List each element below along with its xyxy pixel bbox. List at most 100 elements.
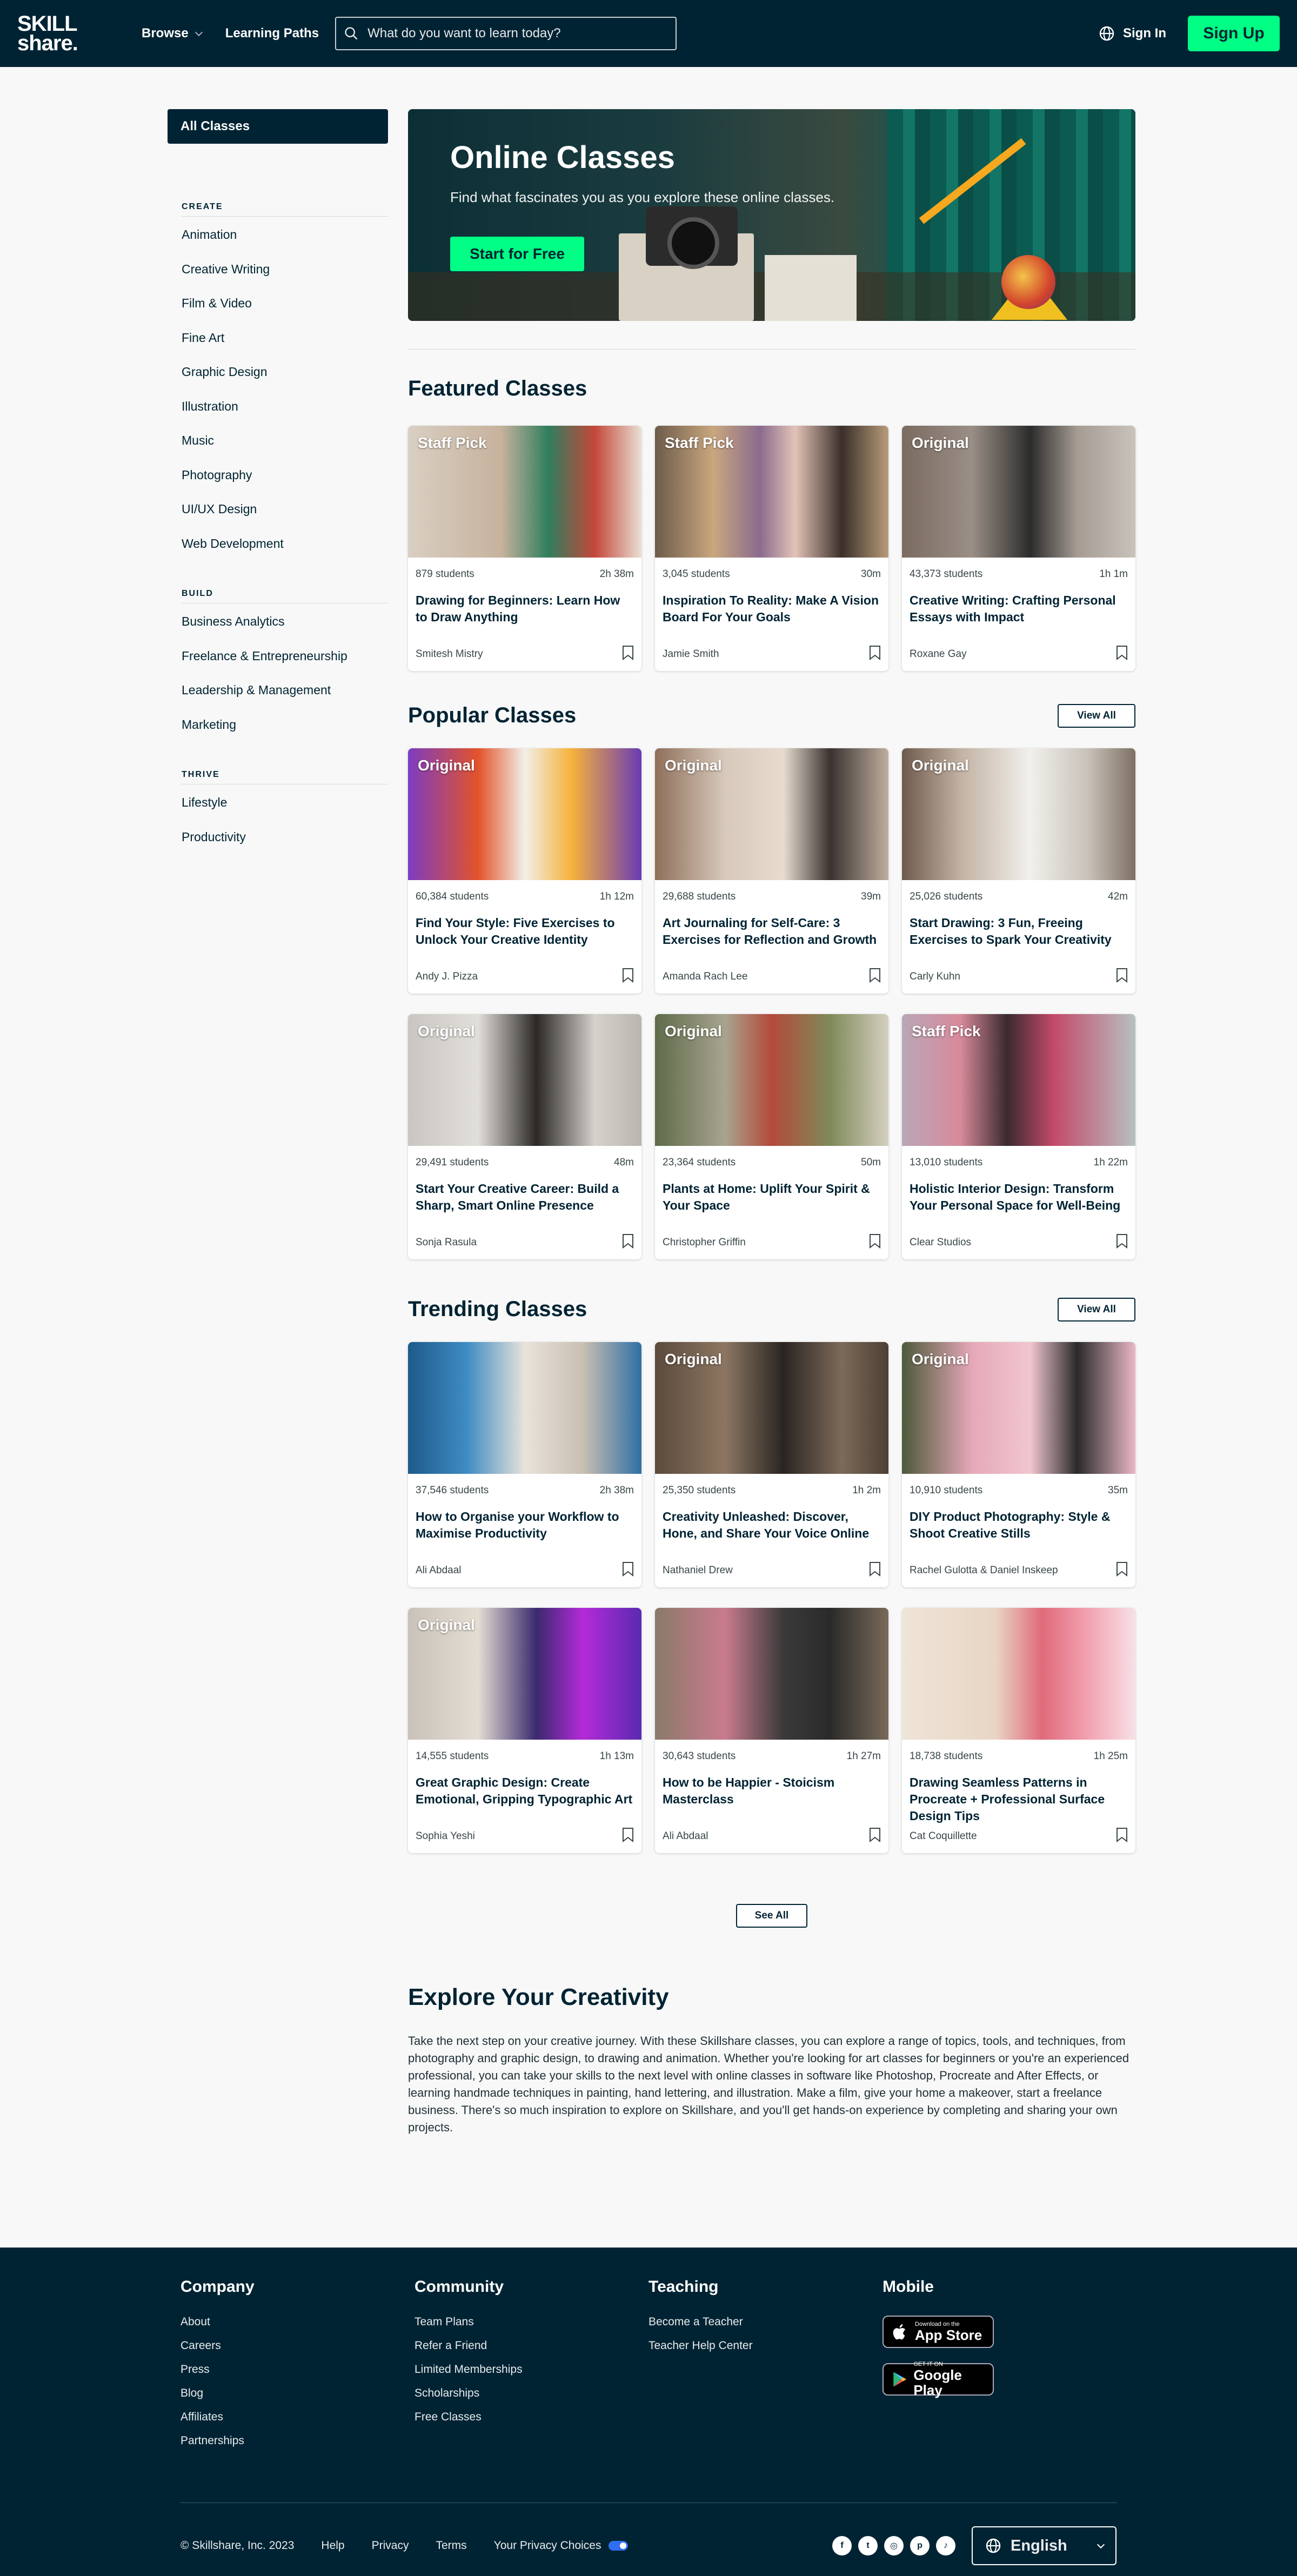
bookmark-icon[interactable] <box>869 1233 881 1249</box>
start-for-free-button[interactable]: Start for Free <box>450 237 584 271</box>
bookmark-icon[interactable] <box>1116 968 1128 983</box>
teacher-name[interactable]: Andy J. Pizza <box>416 971 478 983</box>
teacher-name[interactable]: Smitesh Mistry <box>416 648 483 660</box>
browse-menu[interactable]: Browse <box>142 26 203 41</box>
teacher-name[interactable]: Amanda Rach Lee <box>663 971 747 983</box>
class-thumbnail[interactable]: Original <box>902 748 1135 880</box>
bookmark-icon[interactable] <box>1116 1233 1128 1249</box>
class-card[interactable]: Staff Pick 3,045 students 30m Inspiration T… <box>655 426 888 671</box>
privacy-choices-link[interactable]: Your Privacy Choices <box>494 2539 629 2552</box>
see-all-button[interactable]: See All <box>736 1904 807 1928</box>
class-title[interactable]: Creative Writing: Crafting Personal Essa… <box>902 592 1135 644</box>
terms-link[interactable]: Terms <box>436 2539 466 2552</box>
footer-link[interactable]: Become a Teacher <box>648 2316 753 2339</box>
class-title[interactable]: Creativity Unleashed: Discover, Hone, an… <box>655 1508 888 1560</box>
footer-link[interactable]: Limited Memberships <box>414 2363 523 2387</box>
sidebar-item[interactable]: Web Development <box>182 535 388 570</box>
footer-link[interactable]: Team Plans <box>414 2316 523 2339</box>
teacher-name[interactable]: Carly Kuhn <box>910 971 960 983</box>
class-card[interactable]: Original 29,688 students 39m Art Journaling… <box>655 748 888 994</box>
bookmark-icon[interactable] <box>1116 1561 1128 1577</box>
footer-link[interactable]: Press <box>180 2363 255 2387</box>
sidebar-item[interactable]: Lifestyle <box>182 794 388 829</box>
class-title[interactable]: How to Organise your Workflow to Maximis… <box>408 1508 641 1560</box>
teacher-name[interactable]: Roxane Gay <box>910 648 967 660</box>
all-classes-link[interactable]: All Classes <box>168 109 388 144</box>
class-card[interactable]: Original 43,373 students 1h 1m Creative Wri… <box>902 426 1135 671</box>
class-card[interactable]: Original 14,555 students 1h 13m Great Graph… <box>408 1608 641 1853</box>
sign-up-button[interactable]: Sign Up <box>1188 16 1280 51</box>
class-title[interactable]: Inspiration To Reality: Make A Vision Bo… <box>655 592 888 644</box>
pinterest-icon[interactable]: p <box>910 2536 930 2555</box>
class-card[interactable]: Staff Pick 879 students 2h 38m Drawing for … <box>408 426 641 671</box>
bookmark-icon[interactable] <box>869 645 881 660</box>
view-all-button[interactable]: View All <box>1058 703 1135 728</box>
footer-link[interactable]: Affiliates <box>180 2411 255 2434</box>
class-card[interactable]: Original 29,491 students 48m Start Your Cre… <box>408 1014 641 1259</box>
bookmark-icon[interactable] <box>1116 1827 1128 1842</box>
class-title[interactable]: Holistic Interior Design: Transform Your… <box>902 1180 1135 1232</box>
class-thumbnail[interactable] <box>408 1342 641 1474</box>
class-thumbnail[interactable]: Original <box>408 1014 641 1146</box>
sign-in-button[interactable]: Sign In <box>1098 25 1166 42</box>
footer-link[interactable]: Blog <box>180 2387 255 2411</box>
teacher-name[interactable]: Sonja Rasula <box>416 1237 477 1249</box>
bookmark-icon[interactable] <box>1116 645 1128 660</box>
instagram-icon[interactable]: ◎ <box>884 2536 904 2555</box>
footer-link[interactable]: Refer a Friend <box>414 2339 523 2363</box>
facebook-icon[interactable]: f <box>832 2536 852 2555</box>
teacher-name[interactable]: Ali Abdaal <box>663 1830 708 1842</box>
footer-link[interactable]: Scholarships <box>414 2387 523 2411</box>
sidebar-item[interactable]: Animation <box>182 226 388 261</box>
class-thumbnail[interactable]: Original <box>408 1608 641 1740</box>
class-thumbnail[interactable] <box>655 1608 888 1740</box>
twitter-icon[interactable]: t <box>858 2536 878 2555</box>
bookmark-icon[interactable] <box>869 968 881 983</box>
class-title[interactable]: Start Drawing: 3 Fun, Freeing Exercises … <box>902 915 1135 967</box>
bookmark-icon[interactable] <box>869 1561 881 1577</box>
google-play-badge[interactable]: GET IT ON Google Play <box>883 2361 994 2398</box>
class-card[interactable]: Original 10,910 students 35m DIY Product Ph… <box>902 1342 1135 1587</box>
bookmark-icon[interactable] <box>622 1827 634 1842</box>
bookmark-icon[interactable] <box>869 1827 881 1842</box>
class-thumbnail[interactable]: Original <box>408 748 641 880</box>
teacher-name[interactable]: Rachel Gulotta & Daniel Inskeep <box>910 1565 1058 1577</box>
sidebar-item[interactable]: Productivity <box>182 829 388 863</box>
class-thumbnail[interactable]: Original <box>655 1342 888 1474</box>
class-title[interactable]: How to be Happier - Stoicism Masterclass <box>655 1774 888 1826</box>
class-card[interactable]: Original 23,364 students 50m Plants at Home… <box>655 1014 888 1259</box>
class-title[interactable]: Art Journaling for Self-Care: 3 Exercise… <box>655 915 888 967</box>
help-link[interactable]: Help <box>321 2539 344 2552</box>
class-title[interactable]: Start Your Creative Career: Build a Shar… <box>408 1180 641 1232</box>
teacher-name[interactable]: Nathaniel Drew <box>663 1565 733 1577</box>
sidebar-item[interactable]: UI/UX Design <box>182 501 388 535</box>
bookmark-icon[interactable] <box>622 645 634 660</box>
class-thumbnail[interactable]: Staff Pick <box>655 426 888 558</box>
class-title[interactable]: Plants at Home: Uplift Your Spirit & You… <box>655 1180 888 1232</box>
class-thumbnail[interactable]: Staff Pick <box>902 1014 1135 1146</box>
bookmark-icon[interactable] <box>622 1561 634 1577</box>
class-title[interactable]: Drawing for Beginners: Learn How to Draw… <box>408 592 641 644</box>
sidebar-item[interactable]: Illustration <box>182 398 388 433</box>
class-thumbnail[interactable]: Original <box>655 1014 888 1146</box>
search-input[interactable]: What do you want to learn today? <box>335 17 677 50</box>
teacher-name[interactable]: Christopher Griffin <box>663 1237 746 1249</box>
language-select[interactable]: English <box>972 2526 1117 2565</box>
class-title[interactable]: DIY Product Photography: Style & Shoot C… <box>902 1508 1135 1560</box>
class-title[interactable]: Drawing Seamless Patterns in Procreate +… <box>902 1774 1135 1826</box>
privacy-link[interactable]: Privacy <box>372 2539 409 2552</box>
footer-link[interactable]: Free Classes <box>414 2411 523 2434</box>
class-card[interactable]: 37,546 students 2h 38m How to Organise you… <box>408 1342 641 1587</box>
class-thumbnail[interactable] <box>902 1608 1135 1740</box>
sidebar-item[interactable]: Leadership & Management <box>182 682 388 716</box>
teacher-name[interactable]: Jamie Smith <box>663 648 719 660</box>
teacher-name[interactable]: Ali Abdaal <box>416 1565 462 1577</box>
class-card[interactable]: 18,738 students 1h 25m Drawing Seamless Pa… <box>902 1608 1135 1853</box>
class-thumbnail[interactable]: Original <box>902 1342 1135 1474</box>
class-thumbnail[interactable]: Original <box>902 426 1135 558</box>
teacher-name[interactable]: Cat Coquillette <box>910 1830 977 1842</box>
class-card[interactable]: Original 25,026 students 42m Start Drawing:… <box>902 748 1135 994</box>
sidebar-item[interactable]: Business Analytics <box>182 613 388 648</box>
view-all-button[interactable]: View All <box>1058 1297 1135 1321</box>
teacher-name[interactable]: Sophia Yeshi <box>416 1830 475 1842</box>
